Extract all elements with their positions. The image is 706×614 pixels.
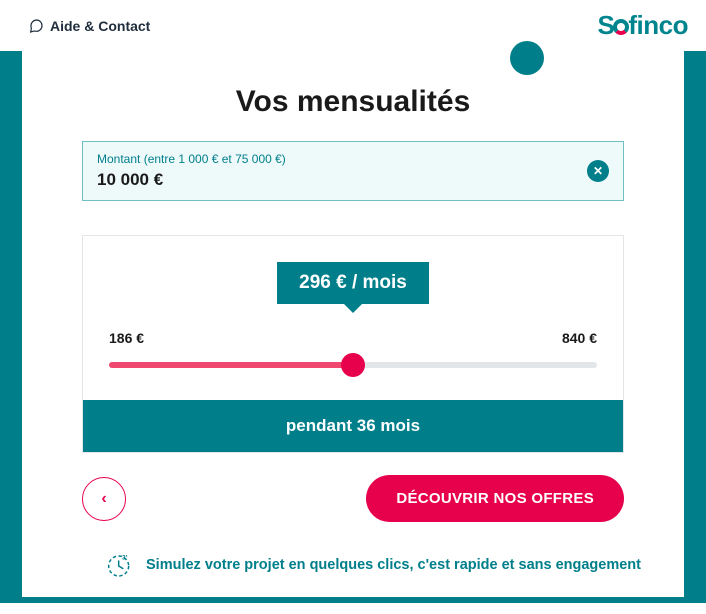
app-header: Aide & Contact Sfinco xyxy=(0,0,706,51)
amount-value: 10 000 € xyxy=(97,170,587,190)
action-row: ‹ DÉCOUVRIR NOS OFFRES xyxy=(82,475,624,522)
amount-hint: Montant (entre 1 000 € et 75 000 €) xyxy=(97,152,587,166)
chat-icon xyxy=(28,18,44,34)
main-card: Vos mensualités Montant (entre 1 000 € e… xyxy=(22,51,684,535)
svg-text:3': 3' xyxy=(122,554,128,561)
help-contact-label: Aide & Contact xyxy=(50,18,150,34)
close-icon: ✕ xyxy=(593,164,603,178)
monthly-slider-card: 296 € / mois 186 € 840 € pendant 36 mois xyxy=(82,235,624,453)
back-button[interactable]: ‹ xyxy=(82,477,126,521)
fast-clock-icon: 3' xyxy=(102,551,132,581)
amount-input-box[interactable]: Montant (entre 1 000 € et 75 000 €) 10 0… xyxy=(82,141,624,201)
slider-max-label: 840 € xyxy=(562,330,597,346)
footer-note: 3' Simulez votre projet en quelques clic… xyxy=(22,535,684,597)
help-contact-link[interactable]: Aide & Contact xyxy=(28,18,150,34)
slider-thumb[interactable] xyxy=(341,353,365,377)
clear-amount-button[interactable]: ✕ xyxy=(587,160,609,182)
logo-o-icon xyxy=(613,19,629,35)
page-background: Vos mensualités Montant (entre 1 000 € e… xyxy=(0,51,706,603)
step-badge xyxy=(510,41,544,75)
footer-text: Simulez votre projet en quelques clics, … xyxy=(146,556,641,576)
monthly-slider[interactable] xyxy=(109,362,597,368)
brand-logo: Sfinco xyxy=(598,10,688,41)
slider-fill xyxy=(109,362,353,368)
discover-offers-button[interactable]: DÉCOUVRIR NOS OFFRES xyxy=(366,475,624,522)
duration-bar: pendant 36 mois xyxy=(83,400,623,452)
slider-min-label: 186 € xyxy=(109,330,144,346)
monthly-value-bubble: 296 € / mois xyxy=(277,262,429,304)
chevron-left-icon: ‹ xyxy=(101,490,106,508)
